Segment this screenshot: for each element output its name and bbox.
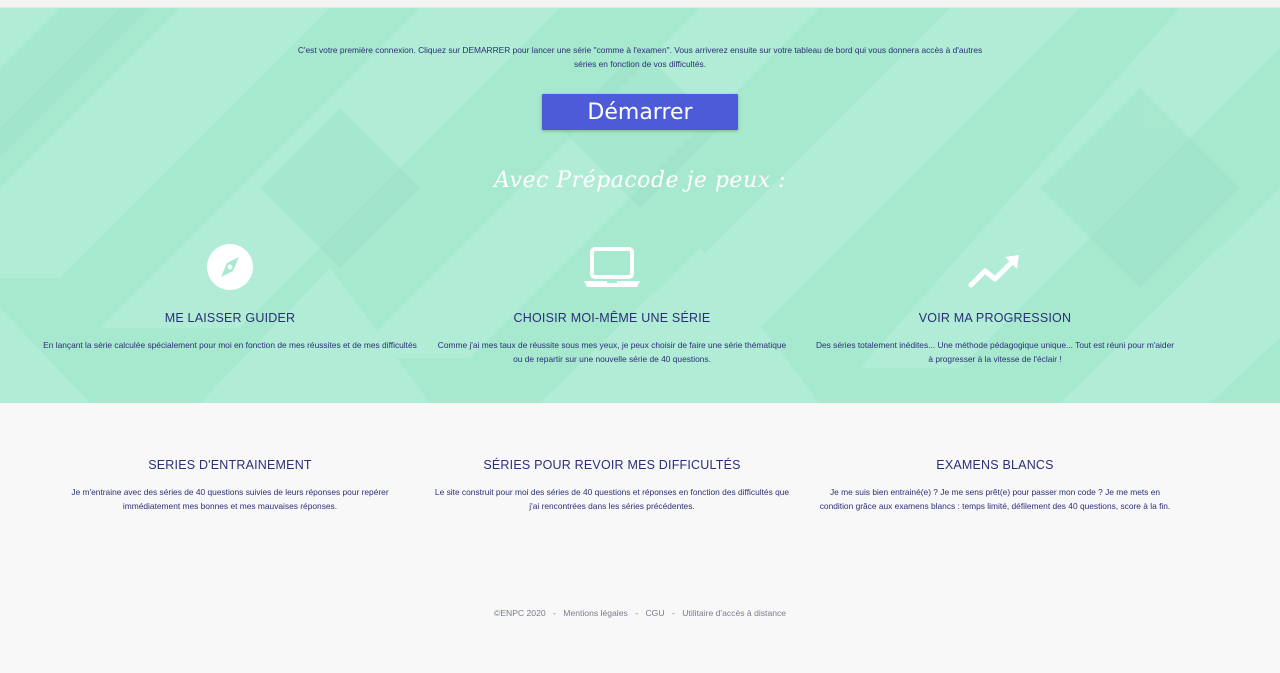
feature-text: En lançant la série calculée spécialemen… bbox=[43, 340, 417, 350]
info-title: SÉRIES POUR REVOIR MES DIFFICULTÉS bbox=[483, 458, 741, 472]
feature-progress: VOIR MA PROGRESSION Des séries totalemen… bbox=[815, 243, 1175, 366]
info-text: Le site construit pour moi des séries de… bbox=[434, 487, 790, 511]
feature-guide: ME LAISSER GUIDER En lançant la série ca… bbox=[40, 243, 420, 353]
info-text: Je m'entraine avec des séries de 40 ques… bbox=[71, 487, 389, 511]
intro-text: C'est votre première connexion. Cliquez … bbox=[297, 45, 983, 69]
hero-section: C'est votre première connexion. Cliquez … bbox=[0, 8, 1280, 403]
start-button[interactable]: Démarrer bbox=[542, 94, 738, 130]
feature-text: Comme j'ai mes taux de réussite sous mes… bbox=[437, 340, 787, 364]
feature-title: CHOISIR MOI-MÊME UNE SÉRIE bbox=[513, 311, 711, 325]
info-title: EXAMENS BLANCS bbox=[936, 458, 1054, 472]
compass-icon bbox=[198, 243, 262, 291]
tagline: Avec Prépacode je peux : bbox=[494, 168, 786, 193]
footer-link-legal[interactable]: Mentions légales bbox=[563, 608, 628, 618]
trending-up-icon bbox=[963, 243, 1027, 291]
footer-link-cgu[interactable]: CGU bbox=[645, 608, 664, 618]
info-difficulties: SÉRIES POUR REVOIR MES DIFFICULTÉS Le si… bbox=[432, 458, 792, 513]
footer-separator: - bbox=[635, 608, 639, 618]
feature-choose: CHOISIR MOI-MÊME UNE SÉRIE Comme j'ai me… bbox=[432, 243, 792, 366]
footer-link-remote-access[interactable]: Utilitaire d'accès à distance bbox=[682, 608, 786, 618]
footer-copyright: ©ENPC 2020 bbox=[493, 608, 546, 618]
feature-title: VOIR MA PROGRESSION bbox=[918, 311, 1072, 325]
feature-text: Des séries totalement inédites... Une mé… bbox=[815, 340, 1175, 364]
footer: ©ENPC 2020 - Mentions légales - CGU - Ut… bbox=[0, 608, 1280, 618]
footer-separator: - bbox=[671, 608, 675, 618]
top-bar bbox=[0, 0, 1280, 8]
info-title: SERIES D'ENTRAINEMENT bbox=[148, 458, 312, 472]
info-mock-exams: EXAMENS BLANCS Je me suis bien entrainé(… bbox=[815, 458, 1175, 513]
feature-title: ME LAISSER GUIDER bbox=[164, 311, 296, 325]
footer-separator: - bbox=[553, 608, 556, 618]
info-text: Je me suis bien entrainé(e) ? Je me sens… bbox=[819, 487, 1171, 511]
info-training: SERIES D'ENTRAINEMENT Je m'entraine avec… bbox=[50, 458, 410, 513]
laptop-icon bbox=[580, 243, 644, 291]
